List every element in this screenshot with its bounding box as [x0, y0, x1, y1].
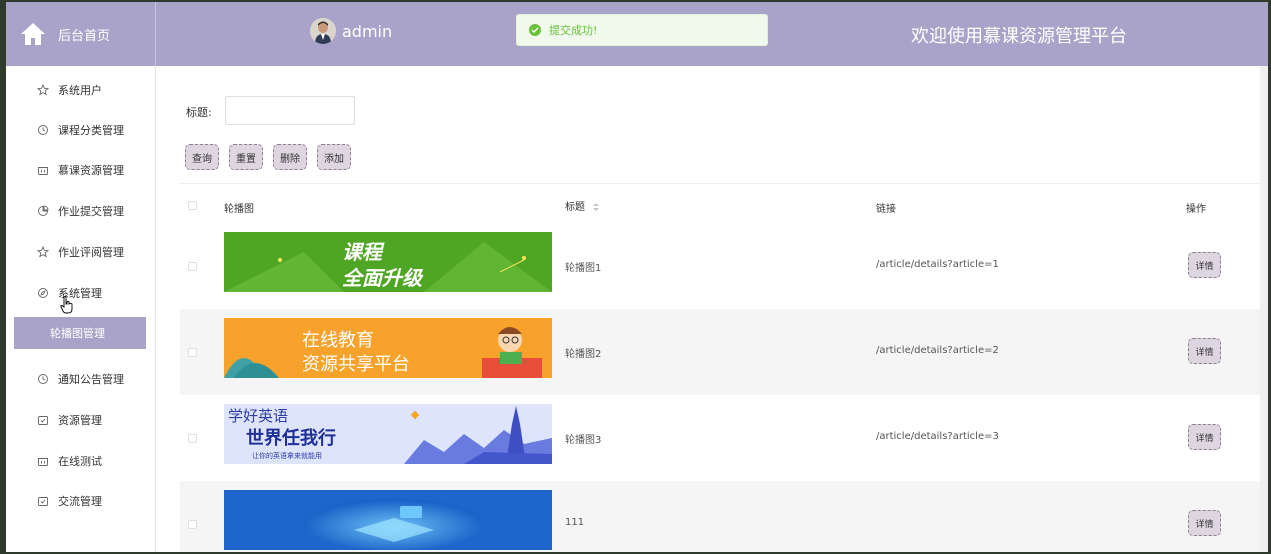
sidebar-item-resources[interactable]: 资源管理	[6, 400, 156, 440]
table-row: 在线教育 资源共享平台 轮播图2 /article/details?articl…	[180, 309, 1260, 395]
banner-image	[224, 490, 552, 550]
sidebar-item-course-category[interactable]: 课程分类管理	[6, 110, 156, 150]
table-row: 111 详情	[180, 481, 1260, 552]
banner-text: 全面升级	[342, 266, 422, 290]
row-title: 轮播图3	[565, 435, 602, 446]
sidebar-item-label: 慕课资源管理	[58, 164, 124, 177]
compass-icon	[36, 286, 50, 300]
row-checkbox[interactable]	[188, 520, 197, 529]
banner-image: 学好英语 世界任我行 让你的英语拿来就能用	[224, 404, 552, 464]
sidebar-subitem-carousel[interactable]: 轮播图管理	[14, 317, 146, 349]
sidebar-item-label: 资源管理	[58, 414, 102, 427]
vertical-scrollbar[interactable]	[1260, 66, 1268, 552]
basket-icon	[36, 163, 50, 177]
avatar	[310, 18, 336, 44]
user-info[interactable]: admin	[310, 16, 392, 46]
top-header: 后台首页 admin 提交成功! 欢迎使用慕课资源管理平台	[6, 2, 1268, 66]
column-header-image: 轮播图	[224, 204, 254, 215]
table-row: 课程 全面升级 轮播图1 /article/details?article=1 …	[180, 223, 1260, 309]
sidebar-item-online-test[interactable]: 在线测试	[6, 441, 156, 481]
app-window: 后台首页 admin 提交成功! 欢迎使用慕课资源管理平台 系统用户 课程分类管…	[6, 2, 1268, 552]
sidebar-item-homework-submit[interactable]: 作业提交管理	[6, 191, 156, 231]
star-icon	[36, 245, 50, 259]
sidebar-item-mooc-resources[interactable]: 慕课资源管理	[6, 150, 156, 190]
add-button[interactable]: 添加	[317, 144, 351, 170]
banner-image: 课程 全面升级	[224, 232, 552, 292]
sidebar-item-communication[interactable]: 交流管理	[6, 481, 156, 521]
column-header-title-text: 标题	[565, 202, 585, 213]
clock-icon	[36, 123, 50, 137]
delete-button[interactable]: 删除	[273, 144, 307, 170]
sort-icon[interactable]	[592, 202, 600, 212]
banner-text: 在线教育	[302, 330, 374, 351]
star-icon	[36, 83, 50, 97]
banner-text: 课程	[342, 240, 382, 264]
title-search-input[interactable]	[225, 96, 355, 125]
row-link: /article/details?article=1	[876, 259, 999, 270]
sidebar-item-label: 交流管理	[58, 495, 102, 508]
banner-image: 在线教育 资源共享平台	[224, 318, 552, 378]
username: admin	[342, 21, 393, 41]
detail-button[interactable]: 详情	[1188, 252, 1221, 278]
select-all-checkbox[interactable]	[188, 201, 197, 210]
row-link: /article/details?article=2	[876, 345, 999, 356]
sidebar-item-label: 通知公告管理	[58, 373, 124, 386]
row-title: 111	[565, 517, 585, 528]
calendar-check-icon	[36, 494, 50, 508]
banner-text: 学好英语	[228, 407, 289, 425]
detail-button[interactable]: 详情	[1188, 510, 1221, 536]
sidebar-item-label: 课程分类管理	[58, 124, 124, 137]
welcome-title: 欢迎使用慕课资源管理平台	[911, 26, 1127, 47]
main-content: 标题: 查询 重置 删除 添加 轮播图 标题 链接 操作 课程 全面升级 轮播图…	[162, 66, 1268, 552]
reset-button[interactable]: 重置	[229, 144, 263, 170]
column-header-link: 链接	[876, 204, 896, 215]
row-checkbox[interactable]	[188, 348, 197, 357]
sidebar: 系统用户 课程分类管理 慕课资源管理 作业提交管理 作业评阅管理 系统管理 轮播…	[6, 66, 156, 552]
sidebar-item-label: 系统用户	[58, 84, 102, 97]
sidebar-item-notice[interactable]: 通知公告管理	[6, 359, 156, 399]
success-toast: 提交成功!	[516, 14, 768, 46]
sidebar-subitem-label: 轮播图管理	[50, 327, 105, 340]
clock-icon	[36, 372, 50, 386]
banner-text: 让你的英语拿来就能用	[252, 452, 322, 460]
title-search-label: 标题:	[186, 106, 212, 119]
banner-text: 世界任我行	[246, 428, 336, 449]
row-title: 轮播图1	[565, 263, 602, 274]
banner-text: 资源共享平台	[302, 354, 410, 375]
check-circle-icon	[529, 24, 541, 36]
row-checkbox[interactable]	[188, 262, 197, 271]
hand-cursor-icon	[60, 296, 73, 314]
row-title: 轮播图2	[565, 349, 602, 360]
sidebar-item-system-users[interactable]: 系统用户	[6, 70, 156, 110]
query-button[interactable]: 查询	[185, 144, 219, 170]
column-header-action: 操作	[1186, 204, 1206, 215]
sidebar-item-system-management[interactable]: 系统管理	[6, 273, 156, 313]
home-label: 后台首页	[58, 28, 111, 44]
toast-message: 提交成功!	[549, 24, 598, 37]
sidebar-item-label: 作业提交管理	[58, 205, 124, 218]
detail-button[interactable]: 详情	[1188, 424, 1221, 450]
carousel-table: 轮播图 标题 链接 操作 课程 全面升级 轮播图1 /article/detai…	[180, 183, 1260, 552]
table-row: 学好英语 世界任我行 让你的英语拿来就能用 轮播图3 /article/deta…	[180, 395, 1260, 481]
pie-icon	[36, 204, 50, 218]
sidebar-item-label: 作业评阅管理	[58, 246, 124, 259]
basket-icon	[36, 454, 50, 468]
home-icon	[21, 23, 45, 45]
column-header-title[interactable]: 标题	[565, 198, 600, 213]
row-checkbox[interactable]	[188, 434, 197, 443]
calendar-check-icon	[36, 413, 50, 427]
home-link[interactable]: 后台首页	[6, 2, 156, 66]
sidebar-item-homework-review[interactable]: 作业评阅管理	[6, 232, 156, 272]
row-link: /article/details?article=3	[876, 431, 999, 442]
detail-button[interactable]: 详情	[1188, 338, 1221, 364]
sidebar-item-label: 在线测试	[58, 455, 102, 468]
